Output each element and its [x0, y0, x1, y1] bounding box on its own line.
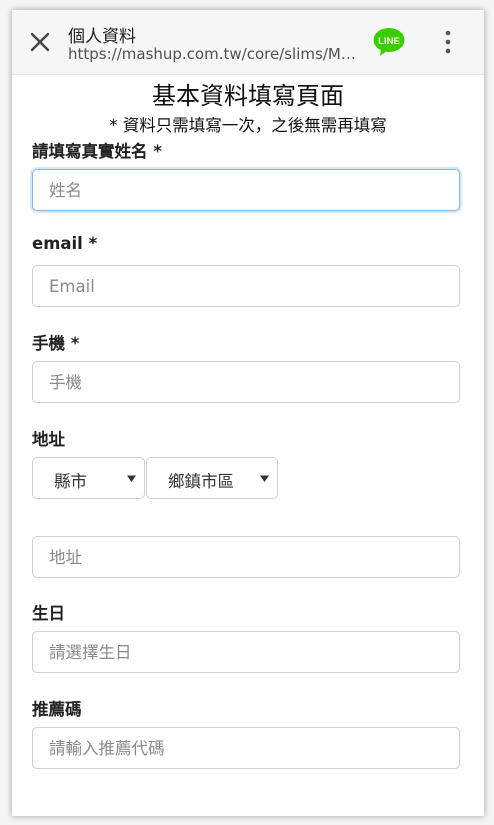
caret-down-icon — [127, 474, 136, 483]
svg-text:LINE: LINE — [378, 36, 400, 47]
line-share-button[interactable]: LINE — [372, 27, 406, 57]
birthday-input[interactable] — [32, 631, 460, 673]
browser-app-bar: 個人資料 https://mashup.com.tw/core/slims/Ma… — [12, 10, 484, 75]
district-select-value: 鄉鎮市區 — [168, 472, 234, 491]
city-select-value: 縣市 — [54, 472, 87, 491]
appbar-title: 個人資料 — [68, 27, 136, 47]
referral-code-input[interactable] — [32, 727, 460, 769]
close-icon — [30, 32, 50, 52]
name-input[interactable] — [32, 169, 460, 211]
email-label: email * — [32, 234, 98, 253]
more-options-button[interactable] — [436, 28, 460, 56]
phone-input[interactable] — [32, 361, 460, 403]
page-subtitle: * 資料只需填寫一次，之後無需再填寫 — [109, 116, 387, 135]
email-input[interactable] — [32, 265, 460, 307]
page-title: 基本資料填寫頁面 — [152, 82, 344, 110]
close-button[interactable] — [26, 28, 54, 56]
name-label: 請填寫真實姓名 * — [32, 142, 162, 161]
referral-label: 推薦碼 — [32, 700, 82, 719]
address-label: 地址 — [32, 430, 65, 449]
birthday-label: 生日 — [32, 604, 65, 623]
line-app-icon: LINE — [373, 28, 405, 56]
city-select[interactable]: 縣市 — [32, 457, 145, 499]
more-vertical-icon — [445, 30, 451, 54]
appbar-url: https://mashup.com.tw/core/slims/Ma... — [68, 45, 358, 63]
district-select[interactable]: 鄉鎮市區 — [146, 457, 278, 499]
phone-screen: 個人資料 https://mashup.com.tw/core/slims/Ma… — [12, 10, 484, 816]
address-input[interactable] — [32, 536, 460, 578]
caret-down-icon — [260, 474, 269, 483]
phone-label: 手機 * — [32, 334, 80, 353]
